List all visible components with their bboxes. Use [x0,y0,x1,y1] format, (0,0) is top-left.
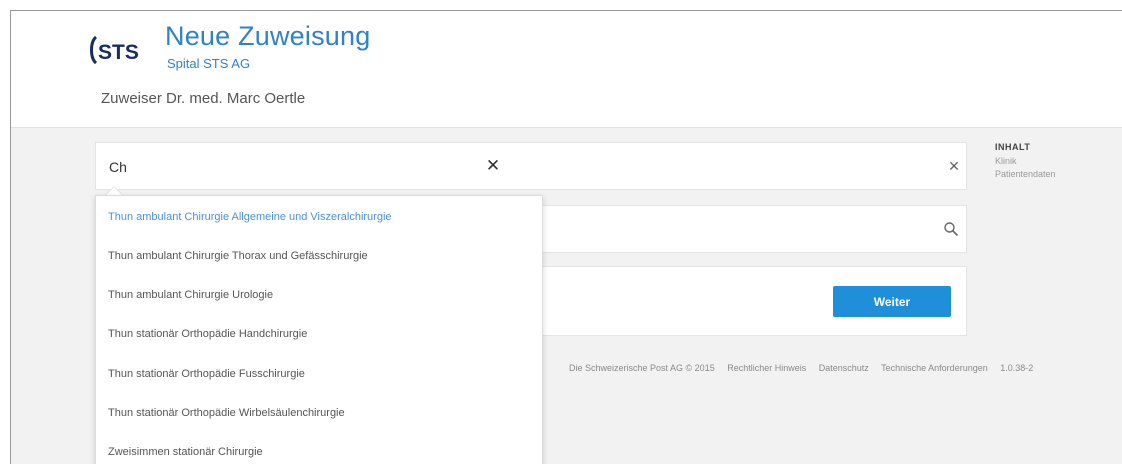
page-header: STS Neue Zuweisung Spital STS AG Zuweise… [11,11,1122,128]
app-title: Neue Zuweisung [165,21,371,51]
app-frame: STS Neue Zuweisung Spital STS AG Zuweise… [10,10,1122,464]
logo-text: STS [98,41,139,64]
clinic-search-input[interactable] [109,155,489,179]
footer-version: 1.0.38-2 [1000,363,1034,373]
search-icon[interactable] [942,220,960,238]
suggestion-item[interactable]: Thun ambulant Chirurgie Urologie [108,285,273,305]
next-button[interactable]: Weiter [833,286,951,317]
footer-tech-link[interactable]: Technische Anforderungen [881,363,988,373]
footer-legal-link[interactable]: Rechtlicher Hinweis [727,363,806,373]
suggestion-item[interactable]: Thun stationär Orthopädie Fusschirurgie [108,364,305,384]
referrer-name: Zuweiser Dr. med. Marc Oertle [101,90,306,107]
footer-copyright: Die Schweizerische Post AG © 2015 [569,363,715,373]
suggestion-item[interactable]: Zweisimmen stationär Chirurgie [108,442,263,462]
suggestion-item[interactable]: Thun ambulant Chirurgie Allgemeine und V… [108,207,392,227]
toc-title: INHALT [995,142,1031,152]
table-of-contents: INHALT Klinik Patientendaten [995,142,1115,179]
toc-item-patient-data[interactable]: Patientendaten [995,169,1115,179]
suggestion-item[interactable]: Thun stationär Orthopädie Handchirurgie [108,324,307,344]
page-footer: Die Schweizerische Post AG © 2015 Rechtl… [569,363,1043,373]
suggestion-item[interactable]: Thun stationär Orthopädie Wirbelsäulench… [108,403,345,423]
clear-input-icon[interactable]: ✕ [482,155,504,177]
suggestion-item[interactable]: Thun ambulant Chirurgie Thorax und Gefäs… [108,246,368,266]
suggestion-dropdown: Thun ambulant Chirurgie Allgemeine und V… [95,195,543,464]
sts-logo: STS [90,35,139,65]
app-subtitle: Spital STS AG [167,56,251,71]
clinic-search-card: ✕ ✕ [95,142,967,190]
toc-item-clinic[interactable]: Klinik [995,156,1115,166]
close-icon[interactable]: ✕ [944,156,964,176]
footer-privacy-link[interactable]: Datenschutz [819,363,869,373]
